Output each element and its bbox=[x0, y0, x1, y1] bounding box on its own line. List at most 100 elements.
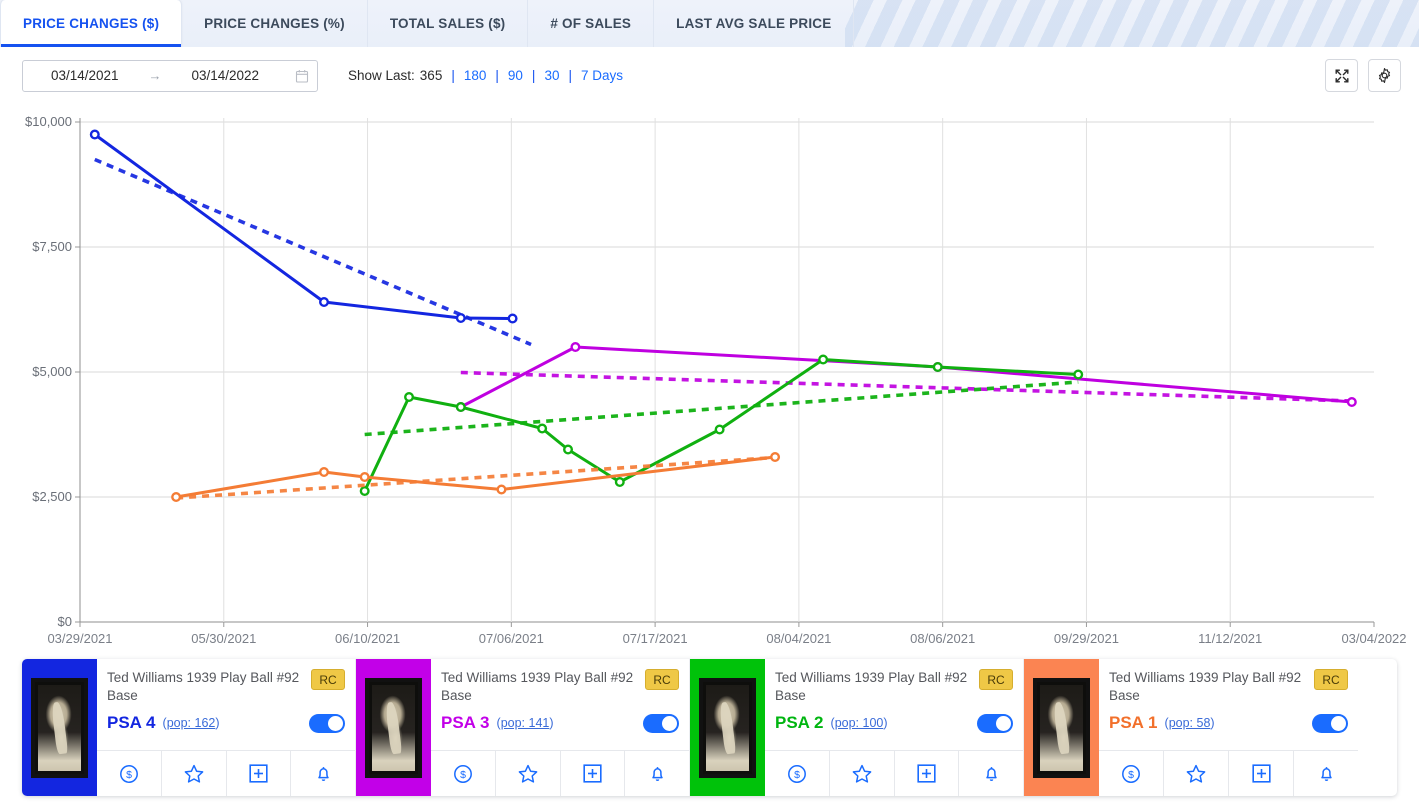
card-image bbox=[699, 677, 756, 778]
dollar-icon[interactable]: $ bbox=[97, 751, 162, 796]
rookie-card-badge: RC bbox=[645, 669, 679, 690]
card-legend-list: Ted Williams 1939 Play Ball #92 Base RC PS… bbox=[22, 659, 1397, 796]
plus-icon[interactable] bbox=[895, 751, 960, 796]
data-point[interactable] bbox=[496, 484, 507, 495]
data-point[interactable] bbox=[171, 492, 182, 503]
show-last-option-30[interactable]: 30 bbox=[544, 68, 559, 83]
plus-icon[interactable] bbox=[1229, 751, 1294, 796]
date-range-picker[interactable]: 03/14/2021 → 03/14/2022 bbox=[22, 59, 318, 92]
data-point[interactable] bbox=[507, 313, 518, 324]
price-chart-svg: $0 $2,500 $5,000 $7,500 $10,000 03/29/2021 05/… bbox=[25, 114, 1407, 646]
svg-text:$: $ bbox=[126, 769, 132, 781]
tab-last-avg-sale-price[interactable]: LAST AVG SALE PRICE bbox=[654, 0, 855, 47]
data-point[interactable] bbox=[89, 129, 100, 140]
svg-text:$: $ bbox=[460, 769, 466, 781]
legend-card[interactable]: Ted Williams 1939 Play Ball #92 Base RC PS… bbox=[356, 659, 690, 796]
tab-price-changes[interactable]: PRICE CHANGES (%) bbox=[182, 0, 368, 47]
x-axis-tick-label: 08/06/2021 bbox=[910, 631, 975, 646]
header-stripe-decoration bbox=[845, 0, 1419, 47]
pop-value[interactable]: pop: 141 bbox=[501, 716, 550, 730]
calendar-icon[interactable] bbox=[287, 69, 317, 83]
card-thumbnail[interactable] bbox=[22, 659, 97, 796]
series-visibility-toggle[interactable] bbox=[1312, 713, 1348, 733]
population-link[interactable]: (pop: 162) bbox=[163, 716, 220, 730]
data-point[interactable] bbox=[1346, 397, 1357, 408]
tab-price-changes[interactable]: PRICE CHANGES ($) bbox=[0, 0, 183, 47]
data-point[interactable] bbox=[570, 341, 581, 352]
series-visibility-toggle[interactable] bbox=[643, 713, 679, 733]
data-point[interactable] bbox=[319, 296, 330, 307]
data-point[interactable] bbox=[319, 467, 330, 478]
legend-card[interactable]: Ted Williams 1939 Play Ball #92 Base RC PS… bbox=[22, 659, 356, 796]
data-point[interactable] bbox=[455, 402, 466, 413]
y-axis-tick-label: $7,500 bbox=[32, 239, 72, 254]
data-point[interactable] bbox=[537, 423, 548, 434]
data-point[interactable] bbox=[455, 312, 466, 323]
show-last-controls: Show Last: 365 | 180 | 90 | 30 | 7 Days bbox=[348, 68, 623, 83]
data-point[interactable] bbox=[563, 444, 574, 455]
dollar-icon[interactable]: $ bbox=[1099, 751, 1164, 796]
pop-value[interactable]: pop: 100 bbox=[835, 716, 884, 730]
show-last-option-90[interactable]: 90 bbox=[508, 68, 523, 83]
population-link[interactable]: (pop: 141) bbox=[497, 716, 554, 730]
legend-card[interactable]: Ted Williams 1939 Play Ball #92 Base RC PS… bbox=[1024, 659, 1358, 796]
plus-icon[interactable] bbox=[227, 751, 292, 796]
y-axis-tick-label: $10,000 bbox=[25, 114, 72, 129]
data-point[interactable] bbox=[818, 354, 829, 365]
data-point[interactable] bbox=[770, 452, 781, 463]
chart-toolbar: 03/14/2021 → 03/14/2022 Show Last: 365 |… bbox=[0, 47, 1419, 104]
bell-icon[interactable] bbox=[291, 751, 355, 796]
card-title: Ted Williams 1939 Play Ball #92 Base bbox=[441, 670, 634, 704]
star-icon[interactable] bbox=[162, 751, 227, 796]
show-last-option-180[interactable]: 180 bbox=[464, 68, 487, 83]
data-point[interactable] bbox=[714, 424, 725, 435]
rookie-card-badge: RC bbox=[311, 669, 345, 690]
card-thumbnail[interactable] bbox=[356, 659, 431, 796]
dollar-icon[interactable]: $ bbox=[431, 751, 496, 796]
show-last-separator-1: | bbox=[495, 68, 499, 83]
card-action-bar: $ bbox=[431, 750, 689, 796]
series-visibility-toggle[interactable] bbox=[309, 713, 345, 733]
start-date-input[interactable]: 03/14/2021 bbox=[23, 68, 147, 83]
tab-total-sales[interactable]: TOTAL SALES ($) bbox=[368, 0, 529, 47]
population-link[interactable]: (pop: 100) bbox=[831, 716, 888, 730]
pop-paren-close: ) bbox=[549, 716, 554, 731]
bell-icon[interactable] bbox=[1294, 751, 1358, 796]
chart-tab-bar: PRICE CHANGES ($) PRICE CHANGES (%) TOTAL … bbox=[0, 0, 1419, 47]
rookie-card-badge: RC bbox=[979, 669, 1013, 690]
tab-of-sales[interactable]: # OF SALES bbox=[528, 0, 655, 47]
pop-value[interactable]: pop: 162 bbox=[167, 716, 216, 730]
population-link[interactable]: (pop: 58) bbox=[1165, 716, 1215, 730]
data-point[interactable] bbox=[614, 477, 625, 488]
card-thumbnail[interactable] bbox=[1024, 659, 1099, 796]
series-visibility-toggle[interactable] bbox=[977, 713, 1013, 733]
star-icon[interactable] bbox=[496, 751, 561, 796]
pop-value[interactable]: pop: 58 bbox=[1169, 716, 1211, 730]
x-axis-tick-label: 07/06/2021 bbox=[479, 631, 544, 646]
series-psa-2 bbox=[359, 354, 1084, 497]
star-icon[interactable] bbox=[1164, 751, 1229, 796]
legend-card[interactable]: Ted Williams 1939 Play Ball #92 Base RC PS… bbox=[690, 659, 1024, 796]
data-point[interactable] bbox=[404, 392, 415, 403]
card-title: Ted Williams 1939 Play Ball #92 Base bbox=[107, 670, 300, 704]
card-thumbnail[interactable] bbox=[690, 659, 765, 796]
data-point[interactable] bbox=[1073, 369, 1084, 380]
pop-paren-close: ) bbox=[1210, 716, 1215, 731]
bell-icon[interactable] bbox=[625, 751, 689, 796]
data-point[interactable] bbox=[932, 362, 943, 373]
y-axis-tick-label: $0 bbox=[58, 614, 72, 629]
plus-icon[interactable] bbox=[561, 751, 626, 796]
x-axis-tick-label: 08/04/2021 bbox=[766, 631, 831, 646]
end-date-input[interactable]: 03/14/2022 bbox=[164, 68, 288, 83]
grade-label: PSA 4 bbox=[107, 713, 156, 733]
show-last-option-7days[interactable]: 7 Days bbox=[581, 68, 623, 83]
bell-icon[interactable] bbox=[959, 751, 1023, 796]
pop-paren-close: ) bbox=[215, 716, 220, 731]
star-icon[interactable] bbox=[830, 751, 895, 796]
gear-icon[interactable] bbox=[1368, 59, 1401, 92]
data-point[interactable] bbox=[359, 486, 370, 497]
data-point[interactable] bbox=[359, 472, 370, 483]
expand-icon[interactable] bbox=[1325, 59, 1358, 92]
price-changes-panel: PRICE CHANGES ($) PRICE CHANGES (%) TOTAL … bbox=[0, 0, 1419, 809]
dollar-icon[interactable]: $ bbox=[765, 751, 830, 796]
